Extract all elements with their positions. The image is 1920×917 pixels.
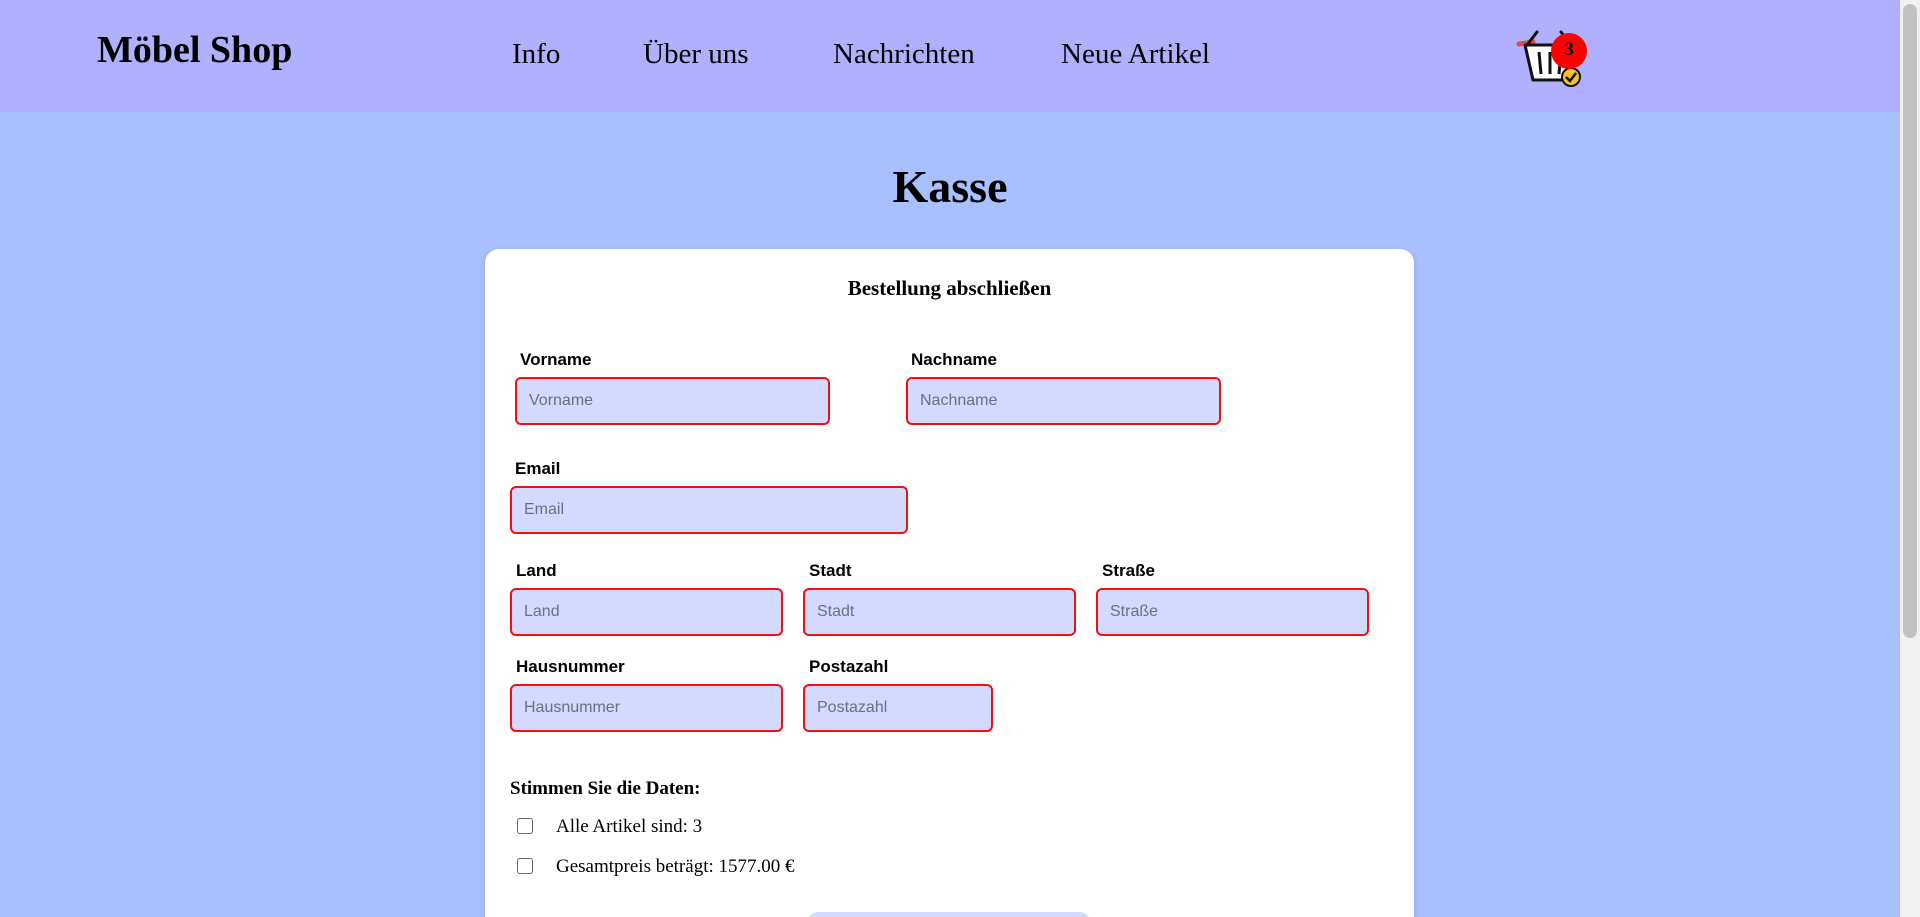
vorname-field[interactable] xyxy=(515,377,830,425)
confirm-price-checkbox[interactable] xyxy=(517,858,533,874)
nav-neue-artikel[interactable]: Neue Artikel xyxy=(1061,38,1210,71)
vorname-label: Vorname xyxy=(520,350,592,369)
confirm-items-text: Alle Artikel sind: 3 xyxy=(556,816,703,837)
email-field[interactable] xyxy=(510,486,908,534)
nachname-field[interactable] xyxy=(906,377,1221,425)
checkout-form-card: Bestellung abschließen Vorname Nachname … xyxy=(485,249,1414,917)
confirm-price-text: Gesamtpreis beträgt: 1577.00 € xyxy=(556,856,795,877)
email-label: Email xyxy=(515,459,561,478)
nav-ueber-uns[interactable]: Über uns xyxy=(643,38,749,71)
nachname-label: Nachname xyxy=(911,350,997,369)
land-label: Land xyxy=(516,561,557,580)
stadt-field[interactable] xyxy=(803,588,1076,636)
shop-logo[interactable]: Möbel Shop xyxy=(97,28,292,72)
postazahl-label: Postazahl xyxy=(809,657,889,676)
hausnummer-field[interactable] xyxy=(510,684,783,732)
hausnummer-label: Hausnummer xyxy=(516,657,625,676)
stadt-label: Stadt xyxy=(809,561,852,580)
cart-count-badge: 3 xyxy=(1551,33,1587,69)
submit-button[interactable] xyxy=(807,912,1091,917)
form-title: Bestellung abschließen xyxy=(847,276,1052,300)
postazahl-field[interactable] xyxy=(803,684,993,732)
scrollbar-thumb[interactable] xyxy=(1903,4,1917,638)
land-field[interactable] xyxy=(510,588,783,636)
site-header: Möbel Shop Info Über uns Nachrichten Neu… xyxy=(0,0,1900,112)
confirm-items-checkbox[interactable] xyxy=(517,818,533,834)
strasse-label: Straße xyxy=(1102,561,1155,580)
strasse-field[interactable] xyxy=(1096,588,1369,636)
nav-info[interactable]: Info xyxy=(512,38,560,71)
nav-nachrichten[interactable]: Nachrichten xyxy=(833,38,975,71)
page: Möbel Shop Info Über uns Nachrichten Neu… xyxy=(0,0,1900,917)
scrollbar[interactable] xyxy=(1900,0,1920,917)
confirm-title: Stimmen Sie die Daten: xyxy=(510,778,701,799)
page-title: Kasse xyxy=(892,161,1008,212)
